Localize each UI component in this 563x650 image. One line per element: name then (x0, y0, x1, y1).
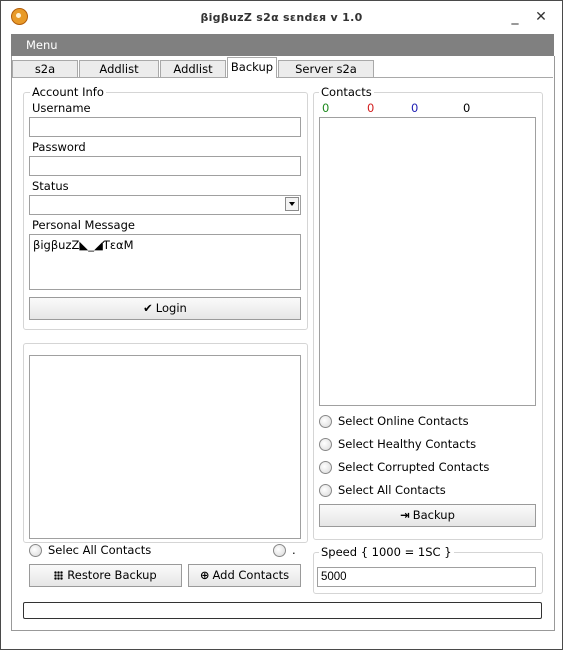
tab-addlist-sender[interactable]: Addlist Sender (79, 60, 159, 93)
secondary-radio-label: . (292, 543, 296, 557)
select-corrupted-label: Select Corrupted Contacts (338, 460, 490, 474)
account-info-title: Account Info (30, 85, 106, 99)
tab-server-s2a-sender[interactable]: Server s2a Sender (278, 60, 374, 93)
sign-in-icon: ⇥ (400, 508, 410, 522)
status-dropdown[interactable] (29, 195, 301, 215)
select-all-backup-label: Selec All Contacts (48, 543, 152, 557)
select-all-backup-radio[interactable] (29, 544, 42, 557)
select-online-label: Select Online Contacts (338, 414, 469, 428)
online-count: 0 (322, 101, 330, 115)
close-button[interactable]: ✕ (533, 9, 549, 25)
login-button-label: Login (155, 301, 187, 315)
minimize-button[interactable]: _ (507, 9, 523, 25)
grid-icon (54, 571, 64, 580)
secondary-radio[interactable] (273, 544, 286, 557)
select-corrupted-radio[interactable] (319, 461, 332, 474)
select-all-contacts-radio[interactable] (319, 484, 332, 497)
tab-s2a-sender[interactable]: s2a Sender (12, 60, 78, 93)
speed-input[interactable] (317, 567, 536, 587)
title-bar: βigβuzZ s2α sεndεя v 1.0 _ ✕ (1, 1, 562, 33)
password-label: Password (32, 140, 86, 154)
restore-backup-label: Restore Backup (67, 568, 157, 582)
add-contacts-button[interactable]: ⊕ Add Contacts (188, 564, 301, 587)
tab-backup[interactable]: Backup (227, 57, 277, 78)
progress-bar (23, 602, 542, 619)
password-input[interactable] (29, 156, 301, 176)
corrupted-count: 0 (411, 101, 419, 115)
menu-bar: Menu (11, 34, 554, 56)
username-label: Username (32, 101, 91, 115)
restore-backup-button[interactable]: Restore Backup (29, 564, 182, 587)
checkmark-icon: ✔ (143, 301, 153, 315)
username-input[interactable] (29, 117, 301, 137)
backup-button-label: Backup (412, 508, 455, 522)
menu-item[interactable]: Menu (26, 38, 58, 52)
select-all-contacts-label: Select All Contacts (338, 483, 446, 497)
backup-list[interactable] (29, 355, 301, 539)
select-online-radio[interactable] (319, 415, 332, 428)
contacts-list[interactable] (319, 117, 536, 406)
chevron-down-icon[interactable] (285, 197, 299, 211)
personal-message-label: Personal Message (32, 218, 135, 232)
login-button[interactable]: ✔ Login (29, 297, 301, 320)
status-label: Status (32, 179, 69, 193)
offline-count: 0 (367, 101, 375, 115)
plus-circle-icon: ⊕ (199, 568, 210, 582)
tab-addlist-fixer[interactable]: Addlist Fixer (160, 60, 226, 93)
total-count: 0 (463, 101, 471, 115)
contacts-title: Contacts (319, 85, 374, 99)
add-contacts-label: Add Contacts (212, 568, 290, 582)
main-window: βigβuzZ s2α sεndεя v 1.0 _ ✕ Menu s2a Se… (0, 0, 563, 650)
window-title: βigβuzZ s2α sεndεя v 1.0 (200, 11, 363, 24)
personal-message-input[interactable]: βigβuzZ◣_◢ƬεαM (29, 234, 301, 290)
select-healthy-radio[interactable] (319, 438, 332, 451)
speed-title: Speed { 1000 = 1SC } (319, 545, 454, 559)
select-healthy-label: Select Healthy Contacts (338, 437, 477, 451)
backup-button[interactable]: ⇥ Backup (319, 504, 536, 527)
